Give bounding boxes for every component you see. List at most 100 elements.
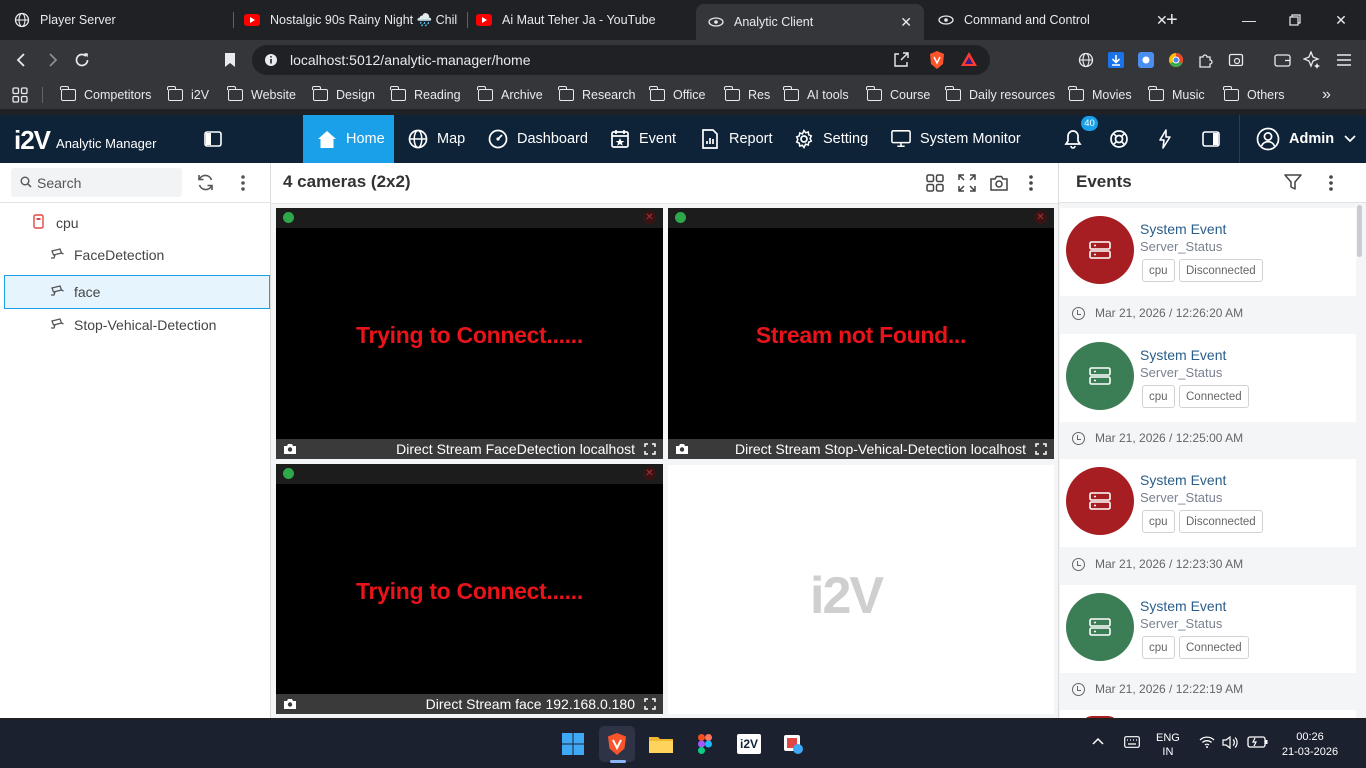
tab-analytic-client[interactable]: Analytic Client ✕ [696,4,924,40]
apps-grid-icon[interactable] [12,87,28,103]
reload-icon[interactable] [70,48,94,72]
tray-chevron-up-icon[interactable] [1092,736,1104,748]
file-explorer-icon[interactable] [643,726,679,762]
event-card[interactable]: System Event Server_Status cpu Disconnec… [1060,459,1356,547]
nav-report[interactable]: Report [686,115,787,163]
bookmark-competitors[interactable]: Competitors [60,86,151,102]
event-card[interactable]: System Event Server_Status cpu Connected [1060,334,1356,422]
snapshot-icon[interactable] [674,442,690,456]
brave-browser-icon[interactable] [599,726,635,762]
restore-icon[interactable] [1272,0,1318,40]
bookmark-archive[interactable]: Archive [477,86,543,102]
nav-dashboard[interactable]: Dashboard [474,115,602,163]
camera-tile-face[interactable]: ✕ Trying to Connect...... Direct Stream … [276,464,663,714]
bookmark-office[interactable]: Office [649,86,705,102]
back-icon[interactable] [10,48,34,72]
panel-toggle-icon[interactable] [1199,127,1223,151]
fullscreen-icon[interactable] [643,697,657,711]
tree-camera-face[interactable]: face [4,275,270,309]
bookmark-movies[interactable]: Movies [1068,86,1132,102]
tab-nostalgic[interactable]: Nostalgic 90s Rainy Night 🌧️ Chill [244,0,468,40]
brave-shield-icon[interactable] [928,50,946,73]
bookmark-daily-resources[interactable]: Daily resources [945,86,1055,102]
snapshot-icon[interactable] [282,697,298,711]
bookmark-website[interactable]: Website [227,86,296,102]
camera-tile-stop-vehical[interactable]: ✕ Stream not Found... Direct Stream Stop… [668,208,1054,459]
forward-icon[interactable] [40,48,64,72]
snapshot-icon[interactable] [282,442,298,456]
language-indicator[interactable]: ENG IN [1156,731,1180,759]
clock[interactable]: 00:26 21-03-2026 [1280,730,1340,760]
extension-blue-icon[interactable] [1134,48,1158,72]
nav-event[interactable]: Event [596,115,690,163]
tab-ai-maut[interactable]: Ai Maut Teher Ja - YouTube [476,0,690,40]
bell-icon[interactable] [1061,127,1085,151]
download-icon[interactable] [1104,48,1128,72]
bookmark-course[interactable]: Course [866,86,930,102]
share-icon[interactable] [892,51,910,72]
extension-color-icon[interactable] [1164,48,1188,72]
battery-icon[interactable] [1247,735,1269,752]
bookmark-design[interactable]: Design [312,86,375,102]
bookmark-reading[interactable]: Reading [390,86,461,102]
i2v-app-icon[interactable]: i2V [731,726,767,762]
close-icon[interactable]: ✕ [643,467,656,480]
more-options-icon[interactable] [240,174,246,195]
minimize-icon[interactable]: — [1226,0,1272,40]
tab-player-server[interactable]: Player Server [14,0,234,40]
bookmark-res[interactable]: Res [724,86,770,102]
bookmark-icon[interactable] [218,48,242,72]
volume-icon[interactable] [1222,735,1238,752]
support-icon[interactable] [1107,127,1131,151]
keyboard-icon[interactable] [1124,736,1140,751]
bookmark-others[interactable]: Others [1223,86,1285,102]
tree-camera-stop-vehical[interactable]: Stop-Vehical-Detection [50,317,216,333]
app-logo[interactable]: i2V Analytic Manager [14,125,156,156]
filter-icon[interactable] [1284,173,1302,194]
wallet-icon[interactable] [1270,48,1294,72]
tree-server-cpu[interactable]: cpu [33,214,79,232]
windows-start-icon[interactable] [555,726,591,762]
fullscreen-icon[interactable] [957,173,977,193]
tab-command-control[interactable]: Command and Control [938,0,1150,40]
wifi-icon[interactable] [1199,736,1215,751]
fullscreen-icon[interactable] [1034,442,1048,456]
fullscreen-icon[interactable] [643,442,657,456]
more-bookmarks-icon[interactable]: » [1322,86,1331,104]
camera-tile-facedetection[interactable]: ✕ Trying to Connect...... Direct Stream … [276,208,663,459]
search-input[interactable]: Search [11,168,182,197]
nav-setting[interactable]: Setting [780,115,882,163]
snipping-tool-icon[interactable] [775,726,811,762]
screenshot-icon[interactable] [1224,48,1248,72]
more-options-icon[interactable] [1021,173,1041,193]
sidebar-toggle-icon[interactable] [201,127,225,151]
events-scrollbar[interactable] [1357,205,1362,257]
bookmark-i2v[interactable]: i2V [167,86,209,102]
nav-system-monitor[interactable]: System Monitor [877,115,1035,163]
bookmark-ai-tools[interactable]: AI tools [783,86,849,102]
user-menu[interactable]: Admin [1242,115,1366,163]
snapshot-icon[interactable] [989,173,1009,193]
address-bar[interactable]: localhost:5012/analytic-manager/home [252,45,990,75]
more-options-icon[interactable] [1328,174,1334,195]
refresh-icon[interactable] [196,173,215,195]
bookmark-research[interactable]: Research [558,86,636,102]
close-icon[interactable]: ✕ [1034,211,1047,224]
menu-icon[interactable] [1332,48,1356,72]
nav-home[interactable]: Home [303,115,394,163]
close-icon[interactable]: ✕ [643,211,656,224]
site-info-icon[interactable] [264,53,278,70]
event-card[interactable]: System Event Server_Status cpu Connected [1060,585,1356,673]
lightning-icon[interactable] [1153,127,1177,151]
close-icon[interactable]: ✕ [900,14,912,31]
ai-sparkle-icon[interactable] [1300,48,1324,72]
brave-rewards-icon[interactable] [960,51,978,70]
figma-icon[interactable] [687,726,723,762]
globe-icon[interactable] [1074,48,1098,72]
nav-map[interactable]: Map [394,115,479,163]
window-close-icon[interactable]: ✕ [1318,0,1364,40]
event-card[interactable]: System Event Server_Status cpu Disconnec… [1060,208,1356,296]
bookmark-music[interactable]: Music [1148,86,1205,102]
grid-layout-icon[interactable] [925,173,945,193]
new-tab-button[interactable]: + [1166,0,1182,40]
